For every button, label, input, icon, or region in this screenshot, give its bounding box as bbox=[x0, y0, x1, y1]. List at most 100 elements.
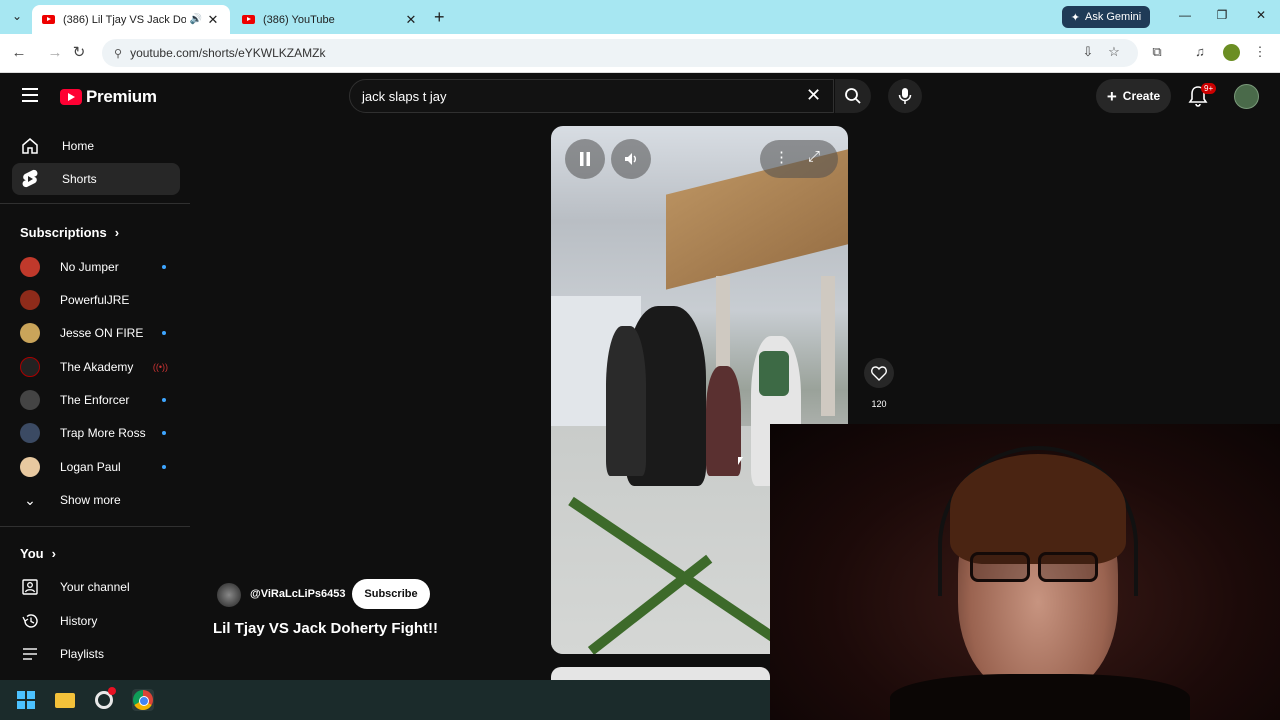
url-field[interactable]: ⚲ youtube.com/shorts/eYKWLKZAMZk bbox=[102, 39, 1138, 67]
site-info-icon[interactable]: ⚲ bbox=[114, 47, 122, 60]
search-icon bbox=[845, 88, 861, 104]
address-bar-row: ← → ↻ ⚲ youtube.com/shorts/eYKWLKZAMZk ⇩… bbox=[0, 34, 1280, 73]
browser-menu-icon[interactable]: ⋮ bbox=[1250, 44, 1270, 60]
ask-gemini-button[interactable]: ✦ Ask Gemini bbox=[1062, 6, 1150, 28]
channel-avatar bbox=[20, 357, 40, 377]
channel-avatar bbox=[20, 457, 40, 477]
video-frame-pillar bbox=[821, 276, 835, 416]
volume-button[interactable] bbox=[611, 139, 651, 179]
url-text: youtube.com/shorts/eYKWLKZAMZk bbox=[130, 46, 326, 60]
forward-icon[interactable]: → bbox=[45, 44, 65, 62]
sidebar-item-your-channel[interactable]: Your channel bbox=[20, 576, 170, 598]
fullscreen-icon[interactable]: ⤢ bbox=[808, 149, 820, 165]
show-more-button[interactable]: ⌄ Show more bbox=[20, 489, 170, 511]
more-options-icon[interactable]: ⋮ bbox=[774, 150, 789, 166]
like-button[interactable] bbox=[864, 358, 894, 388]
subscription-logan-paul[interactable]: Logan Paul bbox=[20, 456, 170, 478]
sidebar-item-label: History bbox=[60, 614, 98, 628]
player-top-right-controls: ⋮ ⤢ bbox=[760, 140, 838, 178]
sidebar-item-shorts[interactable]: Shorts bbox=[12, 163, 180, 195]
video-frame-person bbox=[706, 366, 741, 476]
subscription-no-jumper[interactable]: No Jumper bbox=[20, 256, 170, 278]
video-frame-backpack bbox=[759, 351, 789, 396]
logo-text: Premium bbox=[86, 87, 157, 106]
tab-youtube[interactable]: (386) YouTube ✕ bbox=[232, 5, 428, 34]
tab-search-dropdown-icon[interactable]: ⌄ bbox=[10, 9, 24, 23]
plus-icon: + bbox=[1106, 86, 1117, 106]
sidebar-item-label: Your channel bbox=[60, 580, 130, 594]
new-tab-icon[interactable]: + bbox=[434, 8, 445, 26]
account-avatar[interactable] bbox=[1234, 84, 1259, 109]
bookmark-star-icon[interactable]: ☆ bbox=[1104, 44, 1124, 60]
create-button[interactable]: + Create bbox=[1096, 79, 1171, 113]
pause-button[interactable] bbox=[565, 139, 605, 179]
pause-icon bbox=[580, 152, 590, 166]
new-content-dot bbox=[162, 465, 166, 469]
menu-icon[interactable] bbox=[22, 88, 38, 106]
sidebar-item-playlists[interactable]: Playlists bbox=[20, 643, 170, 665]
back-icon[interactable]: ← bbox=[9, 44, 29, 62]
video-frame-person bbox=[606, 326, 646, 476]
channel-name: The Enforcer bbox=[60, 393, 130, 407]
glasses bbox=[970, 552, 1106, 586]
youtube-favicon-icon bbox=[242, 15, 255, 24]
speaker-icon[interactable]: 🔊 bbox=[190, 14, 202, 25]
you-title: You bbox=[20, 546, 44, 561]
youtube-premium-logo[interactable]: Premium bbox=[60, 87, 157, 107]
subscription-jesse-on-fire[interactable]: Jesse ON FIRE bbox=[20, 322, 170, 344]
media-control-icon[interactable]: ♫ bbox=[1190, 44, 1210, 59]
ask-gemini-label: Ask Gemini bbox=[1084, 11, 1142, 23]
channel-avatar bbox=[20, 290, 40, 310]
subscription-the-enforcer[interactable]: The Enforcer bbox=[20, 389, 170, 411]
tab-lil-tjay[interactable]: (386) Lil Tjay VS Jack Doherr 🔊 ✕ bbox=[32, 5, 230, 34]
sidebar-item-home[interactable]: Home bbox=[12, 130, 180, 162]
mouse-cursor bbox=[738, 457, 743, 465]
like-count: 120 bbox=[871, 399, 887, 409]
restore-icon[interactable]: ❐ bbox=[1212, 8, 1232, 22]
reload-icon[interactable]: ↻ bbox=[69, 44, 89, 62]
sidebar-item-history[interactable]: History bbox=[20, 610, 170, 632]
channel-name: Trap More Ross bbox=[60, 426, 146, 440]
voice-search-button[interactable] bbox=[888, 79, 922, 113]
app-icon[interactable] bbox=[93, 687, 116, 711]
close-tab-icon[interactable]: ✕ bbox=[404, 12, 418, 28]
subscription-trap-more-ross[interactable]: Trap More Ross bbox=[20, 422, 170, 444]
channel-avatar[interactable] bbox=[217, 583, 241, 607]
chrome-icon[interactable] bbox=[132, 689, 154, 711]
minimize-icon[interactable]: — bbox=[1175, 8, 1195, 22]
close-tab-icon[interactable]: ✕ bbox=[206, 12, 220, 28]
next-short-preview[interactable] bbox=[551, 667, 770, 680]
subscribe-button[interactable]: Subscribe bbox=[352, 579, 430, 609]
you-header[interactable]: You › bbox=[20, 546, 56, 561]
streamer-hair bbox=[950, 454, 1126, 564]
channel-avatar bbox=[20, 257, 40, 277]
windows-start-icon[interactable] bbox=[15, 689, 37, 711]
shorts-icon bbox=[20, 169, 40, 189]
subscription-the-akademy[interactable]: The Akademy ((•)) bbox=[20, 356, 170, 378]
search-query-text: jack slaps t jay bbox=[362, 88, 447, 104]
short-title[interactable]: Lil Tjay VS Jack Doherty Fight!! bbox=[213, 620, 438, 637]
subscription-powerfuljre[interactable]: PowerfulJRE bbox=[20, 289, 170, 311]
search-input[interactable]: jack slaps t jay bbox=[349, 79, 834, 113]
install-app-icon[interactable]: ⇩ bbox=[1078, 44, 1098, 60]
channel-handle[interactable]: @ViRaLcLiPs6453 bbox=[250, 588, 346, 600]
channel-name: Logan Paul bbox=[60, 460, 121, 474]
new-content-dot bbox=[162, 431, 166, 435]
file-explorer-icon[interactable] bbox=[54, 689, 76, 711]
channel-name: The Akademy bbox=[60, 360, 134, 374]
sidebar-item-label: Home bbox=[62, 139, 95, 153]
extensions-icon[interactable]: ⧉ bbox=[1147, 44, 1167, 60]
browser-tab-bar: ⌄ (386) Lil Tjay VS Jack Doherr 🔊 ✕ (386… bbox=[0, 0, 1280, 34]
search-button[interactable] bbox=[835, 79, 871, 113]
browser-profile-avatar[interactable] bbox=[1223, 44, 1240, 61]
subscriptions-header[interactable]: Subscriptions › bbox=[20, 225, 119, 240]
channel-name: No Jumper bbox=[60, 260, 119, 274]
clear-search-icon[interactable]: ✕ bbox=[806, 85, 821, 105]
streamer-shirt bbox=[890, 674, 1190, 720]
close-window-icon[interactable]: ✕ bbox=[1251, 8, 1271, 22]
new-content-dot bbox=[162, 331, 166, 335]
history-icon bbox=[20, 613, 40, 629]
new-content-dot bbox=[162, 265, 166, 269]
chevron-right-icon: › bbox=[51, 546, 56, 561]
sidebar-divider bbox=[0, 203, 190, 204]
